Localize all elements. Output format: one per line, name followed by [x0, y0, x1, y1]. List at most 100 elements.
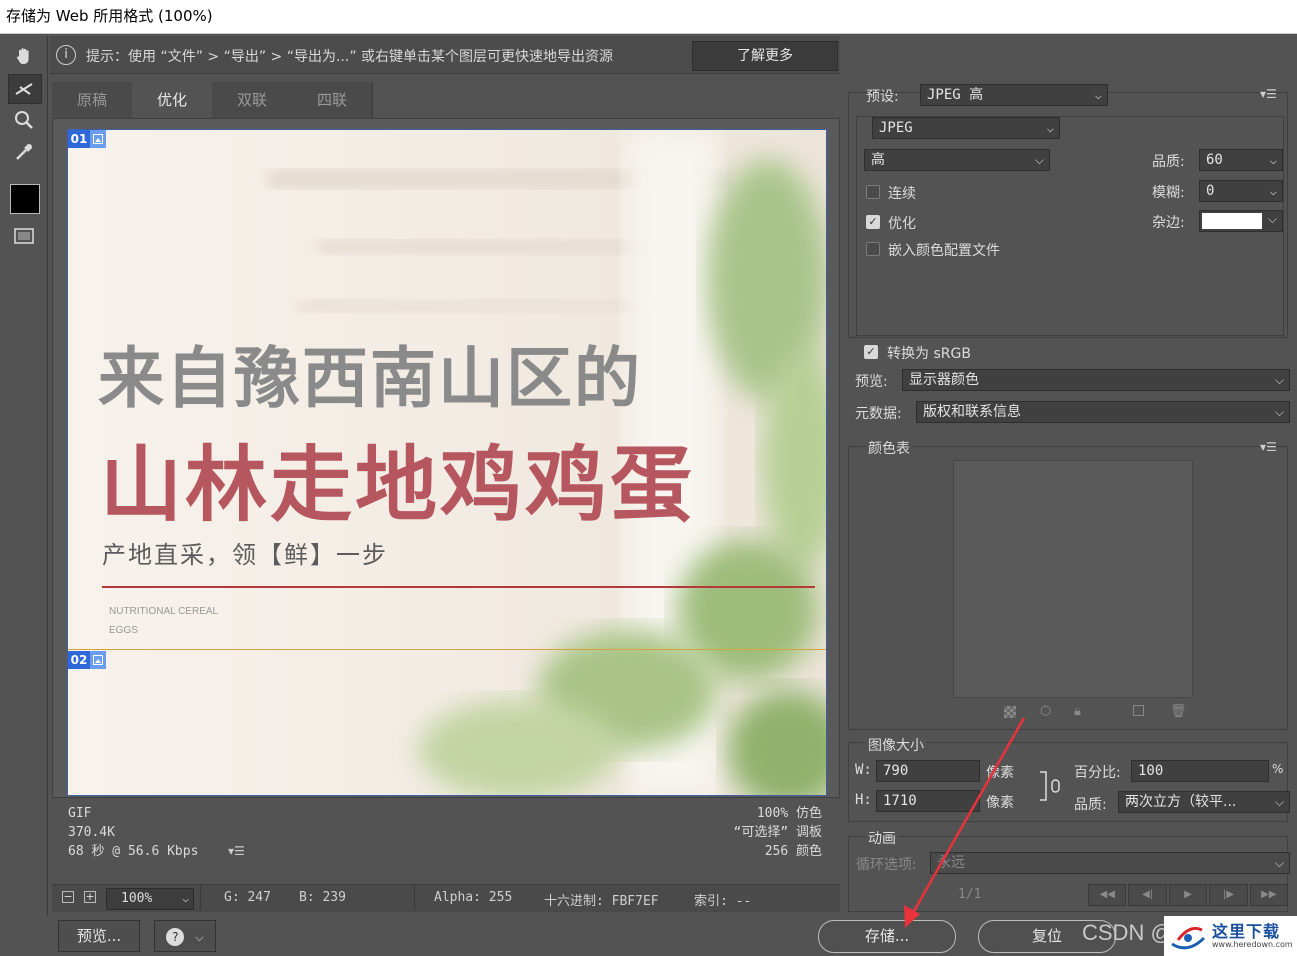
first-frame-icon[interactable]: ◀◀: [1088, 884, 1127, 906]
frame-counter: 1/1: [958, 887, 982, 902]
slice-visibility-icon[interactable]: [8, 222, 40, 250]
blur-value: 0: [1206, 183, 1215, 199]
browser-globe-icon: ?: [166, 927, 185, 946]
chevron-down-icon: ⌵: [1274, 373, 1284, 387]
info-format: GIF: [68, 806, 92, 821]
image-slice-icon: [90, 130, 106, 148]
zoom-value: 100%: [121, 891, 153, 906]
divider: [200, 884, 201, 910]
info-palette: “可选择” 调板: [733, 825, 822, 840]
tab-2-up[interactable]: 双联: [212, 82, 293, 118]
matte-select[interactable]: ⌵: [1199, 210, 1283, 232]
trash-icon[interactable]: 🗑︎: [1170, 704, 1187, 719]
chevron-down-icon: ⌵: [1034, 153, 1044, 167]
preset-select[interactable]: JPEG 高 ⌵: [920, 84, 1108, 106]
info-colors: 256 颜色: [764, 844, 822, 859]
chevron-down-icon: ⌵: [1094, 88, 1102, 102]
chevron-down-icon: ⌵: [1274, 795, 1284, 809]
english-caption-2: EGGS: [109, 625, 138, 636]
slice-02-badge[interactable]: 02: [68, 651, 106, 669]
height-label: H:: [855, 792, 872, 808]
preset-label: 预设:: [866, 89, 899, 105]
width-unit: 像素: [986, 765, 1014, 781]
link-icon[interactable]: [1038, 768, 1062, 804]
resample-quality-value: 两次立方（较平...: [1125, 794, 1237, 810]
metadata-label: 元数据:: [855, 406, 902, 422]
play-icon[interactable]: ▶: [1168, 884, 1208, 906]
color-swatch[interactable]: [10, 184, 40, 214]
info-download-time: 68 秒 @ 56.6 Kbps: [68, 844, 199, 859]
width-input[interactable]: 790: [876, 760, 980, 782]
panel-menu-icon[interactable]: ▾☰: [1260, 87, 1277, 101]
tab-original[interactable]: 原稿: [52, 82, 133, 118]
percent-input[interactable]: 100: [1131, 760, 1269, 782]
metadata-select[interactable]: 版权和联系信息 ⌵: [916, 401, 1290, 423]
tab-4-up[interactable]: 四联: [292, 82, 373, 118]
new-color-icon[interactable]: [1133, 705, 1144, 716]
transparency-map-icon[interactable]: [1004, 706, 1016, 718]
image-size-title: 图像大小: [866, 735, 926, 755]
quality-level-select[interactable]: 高 ⌵: [864, 149, 1050, 171]
color-table-grid: [953, 460, 1193, 698]
hint-text: 提示：使用 “文件” > “导出” > “导出为...” 或右键单击某个图层可更…: [86, 49, 614, 65]
browser-preview-button[interactable]: ? ⌵: [154, 920, 216, 952]
slice-01-badge[interactable]: 01: [68, 130, 106, 148]
zoom-select[interactable]: 100% ⌵: [106, 888, 194, 910]
info-icon: i: [56, 45, 76, 65]
progressive-checkbox[interactable]: [866, 185, 880, 199]
preview-select[interactable]: 显示器颜色 ⌵: [902, 369, 1290, 391]
quality-input[interactable]: 60 ⌵: [1199, 149, 1283, 171]
hand-icon[interactable]: [8, 42, 40, 70]
tab-optimized[interactable]: 优化: [132, 82, 213, 118]
info-menu-icon[interactable]: ▾☰: [228, 844, 245, 858]
format-select[interactable]: JPEG ⌵: [872, 117, 1060, 139]
zoom-in-icon[interactable]: +: [84, 891, 96, 903]
save-button[interactable]: 存储...: [818, 920, 956, 953]
slice-select-icon[interactable]: [8, 74, 42, 104]
chevron-down-icon: ⌵: [1269, 184, 1277, 198]
matte-label: 杂边:: [1152, 215, 1185, 231]
divider: [414, 884, 415, 910]
percent-label: 百分比:: [1074, 765, 1121, 781]
quality-value: 60: [1206, 152, 1223, 168]
info-dither: 100% 仿色: [756, 806, 822, 821]
subheadline: 产地直采，领【鲜】一步: [102, 541, 388, 569]
chevron-down-icon: ⌵: [1046, 121, 1054, 135]
previous-frame-icon[interactable]: ◀|: [1128, 884, 1167, 906]
window-title: 存储为 Web 所用格式 (100%): [0, 0, 1297, 34]
optimized-checkbox[interactable]: ✓: [866, 215, 880, 229]
height-input[interactable]: 1710: [876, 790, 980, 812]
preset-value: JPEG 高: [927, 87, 984, 103]
next-frame-icon[interactable]: |▶: [1209, 884, 1248, 906]
metadata-value: 版权和联系信息: [923, 404, 1021, 420]
progressive-label: 连续: [888, 186, 916, 202]
srgb-checkbox[interactable]: ✓: [864, 345, 878, 359]
site-watermark: 这里下载 www.heredown.com: [1164, 916, 1297, 956]
blur-label: 模糊:: [1152, 185, 1185, 201]
english-caption-1: NUTRITIONAL CEREAL: [109, 606, 219, 617]
site-name: 这里下载: [1212, 922, 1281, 941]
info-size: 370.4K: [68, 825, 115, 840]
color-table-menu-icon[interactable]: ▾☰: [1260, 440, 1277, 454]
loop-label: 循环选项:: [856, 857, 917, 873]
embed-profile-checkbox[interactable]: [866, 242, 880, 256]
preview-label: 预览:: [855, 374, 888, 390]
matte-color-swatch: [1202, 213, 1262, 229]
web-snap-icon[interactable]: ⬡: [1040, 704, 1051, 719]
loop-select[interactable]: 永远 ⌵: [930, 852, 1290, 874]
zoom-out-icon[interactable]: −: [62, 891, 74, 903]
last-frame-icon[interactable]: ▶▶: [1249, 884, 1289, 906]
lock-icon[interactable]: 🔒︎: [1074, 704, 1081, 719]
resample-quality-label: 品质:: [1074, 797, 1107, 813]
learn-more-button[interactable]: 了解更多: [692, 41, 838, 71]
blur-input[interactable]: 0 ⌵: [1199, 180, 1283, 202]
srgb-label: 转换为 sRGB: [887, 346, 971, 362]
zoom-icon[interactable]: [8, 106, 40, 134]
width-label: W:: [855, 762, 872, 778]
resample-quality-select[interactable]: 两次立方（较平... ⌵: [1118, 791, 1290, 813]
quality-level-value: 高: [871, 152, 885, 168]
preview-button[interactable]: 预览...: [58, 920, 140, 952]
chevron-down-icon: ⌵: [1269, 153, 1277, 167]
eyedropper-icon[interactable]: [8, 138, 40, 166]
image-preview[interactable]: 01 来自豫西南山区的 山林走地鸡鸡蛋 产地直采，领【鲜】一步 NUTRITIO…: [67, 129, 827, 796]
